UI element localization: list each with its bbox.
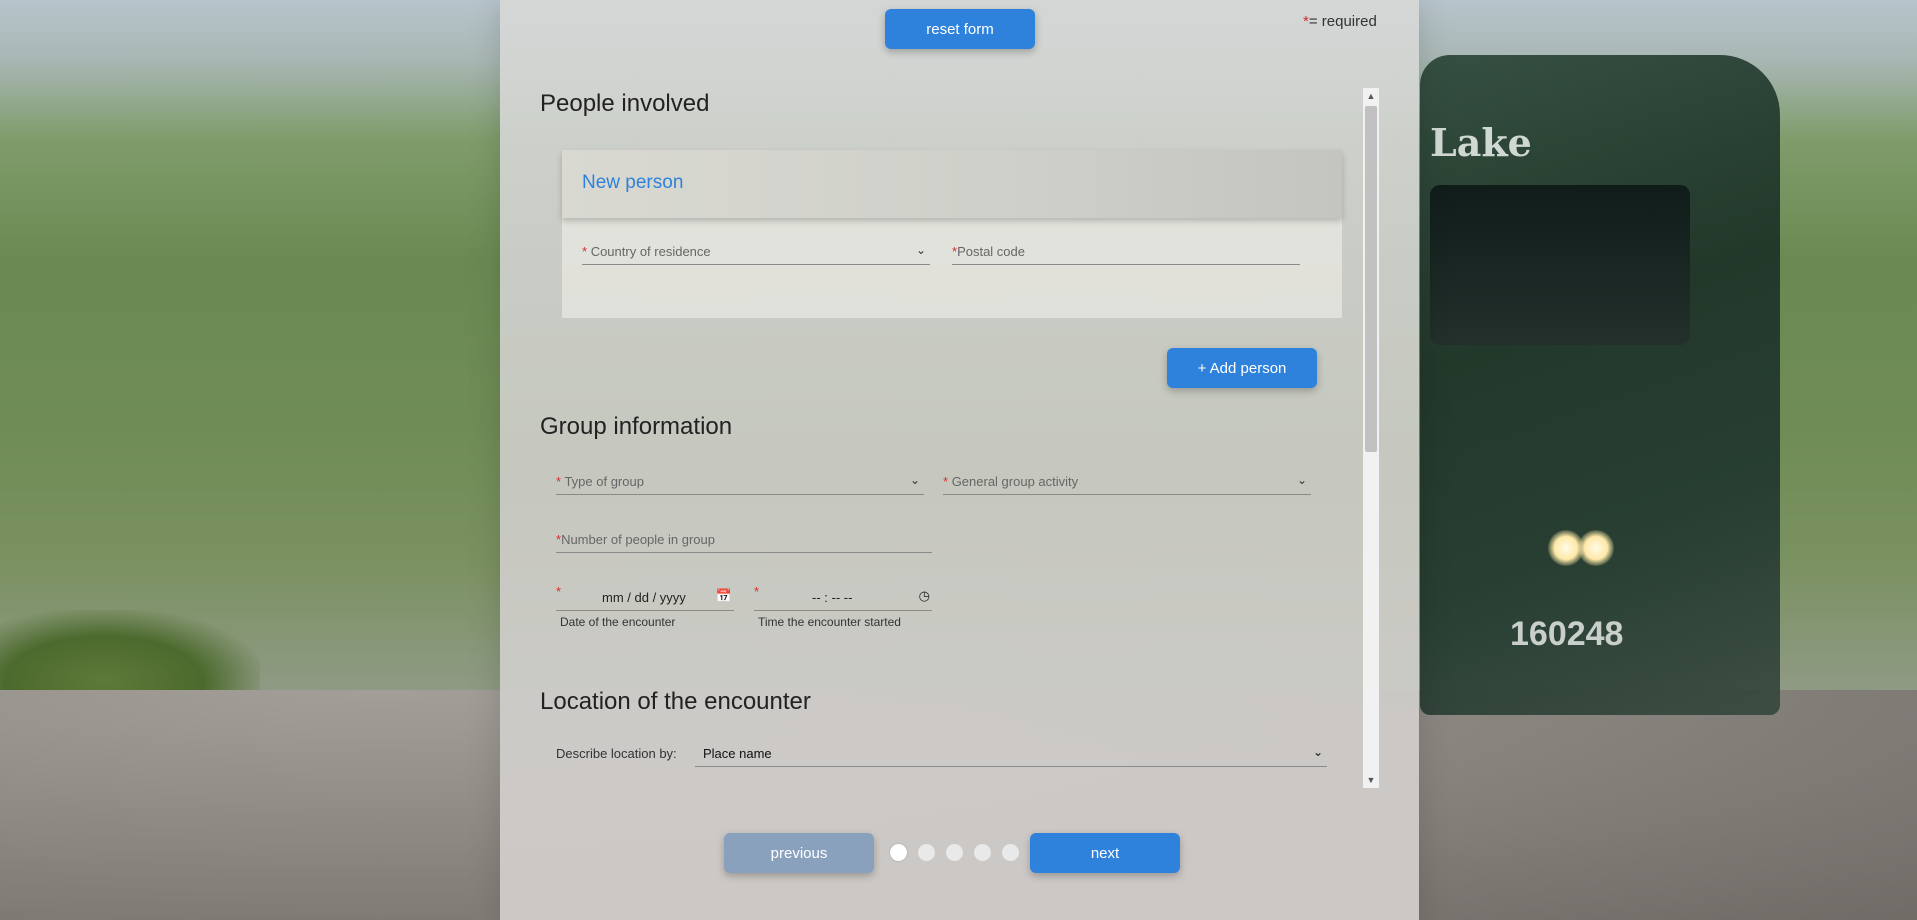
form-panel: reset form *= required People involved N… <box>500 0 1419 920</box>
required-legend-text: = required <box>1308 13 1377 30</box>
background-bus-sign: Lake <box>1430 120 1532 165</box>
group-activity-select[interactable]: * General group activity ⌄ <box>943 468 1311 495</box>
clock-icon[interactable]: ◷ <box>919 588 930 604</box>
form-scroll-area[interactable]: People involved New person * Country of … <box>540 88 1380 788</box>
encounter-date-field[interactable]: * mm / dd / yyyy 📅 <box>556 584 734 611</box>
add-person-button[interactable]: + Add person <box>1167 348 1317 388</box>
encounter-date-required: * <box>556 584 561 599</box>
person-card-header[interactable]: New person <box>562 150 1342 218</box>
type-of-group-select[interactable]: * Type of group ⌄ <box>556 468 924 495</box>
group-size-field[interactable]: *Number of people in group <box>556 526 932 553</box>
encounter-time-helper: Time the encounter started <box>758 615 901 629</box>
group-activity-label-text: General group activity <box>951 474 1079 489</box>
scrollbar-thumb[interactable] <box>1365 106 1377 452</box>
country-label-text: Country of residence <box>590 244 711 259</box>
chevron-down-icon: ⌄ <box>1296 473 1307 487</box>
step-dot-5[interactable] <box>1002 844 1019 861</box>
group-size-label: *Number of people in group <box>556 532 715 547</box>
group-activity-label: * General group activity <box>943 474 1078 489</box>
postal-code-label: *Postal code <box>952 244 1025 259</box>
type-of-group-label-text: Type of group <box>564 474 644 489</box>
postal-code-label-text: Postal code <box>957 244 1025 259</box>
background-headlight <box>1578 530 1614 566</box>
reset-form-button[interactable]: reset form <box>885 9 1035 49</box>
encounter-time-field[interactable]: * -- : -- -- ◷ <box>754 584 932 611</box>
describe-location-value: Place name <box>703 746 772 761</box>
section-title-group: Group information <box>540 413 733 440</box>
country-label: * Country of residence <box>582 244 711 259</box>
step-dot-1[interactable] <box>890 844 907 861</box>
required-star: * <box>943 474 949 489</box>
describe-location-select[interactable]: Place name ⌄ <box>695 740 1327 767</box>
required-star: * <box>582 244 588 259</box>
encounter-time-placeholder: -- : -- -- <box>812 590 853 605</box>
encounter-date-helper: Date of the encounter <box>560 615 676 629</box>
encounter-date-placeholder: mm / dd / yyyy <box>602 590 686 605</box>
scroll-up-icon[interactable]: ▲ <box>1363 88 1379 104</box>
person-card-title: New person <box>582 172 684 193</box>
step-dot-2[interactable] <box>918 844 935 861</box>
person-card: New person * Country of residence ⌄ *Pos… <box>562 150 1342 318</box>
chevron-down-icon: ⌄ <box>1312 745 1323 759</box>
postal-code-field[interactable]: *Postal code <box>952 238 1300 265</box>
required-star: * <box>556 584 562 599</box>
section-title-location: Location of the encounter <box>540 688 811 715</box>
background-bus-window <box>1430 185 1690 345</box>
required-star: * <box>754 584 760 599</box>
group-size-label-text: Number of people in group <box>561 532 715 547</box>
step-dot-3[interactable] <box>946 844 963 861</box>
chevron-down-icon: ⌄ <box>909 473 920 487</box>
step-dot-4[interactable] <box>974 844 991 861</box>
calendar-icon[interactable]: 📅 <box>716 588 732 604</box>
encounter-time-required: * <box>754 584 759 599</box>
section-title-people: People involved <box>540 90 710 117</box>
type-of-group-label: * Type of group <box>556 474 644 489</box>
required-star: * <box>556 474 562 489</box>
next-button[interactable]: next <box>1030 833 1180 873</box>
describe-location-label: Describe location by: <box>556 746 677 761</box>
scroll-down-icon[interactable]: ▼ <box>1363 772 1379 788</box>
country-select[interactable]: * Country of residence ⌄ <box>582 238 930 265</box>
previous-button[interactable]: previous <box>724 833 874 873</box>
form-scrollbar[interactable]: ▲ ▼ <box>1363 88 1379 788</box>
required-legend: *= required <box>1303 13 1377 30</box>
background-bus-number: 160248 <box>1510 615 1624 653</box>
chevron-down-icon: ⌄ <box>915 243 926 257</box>
